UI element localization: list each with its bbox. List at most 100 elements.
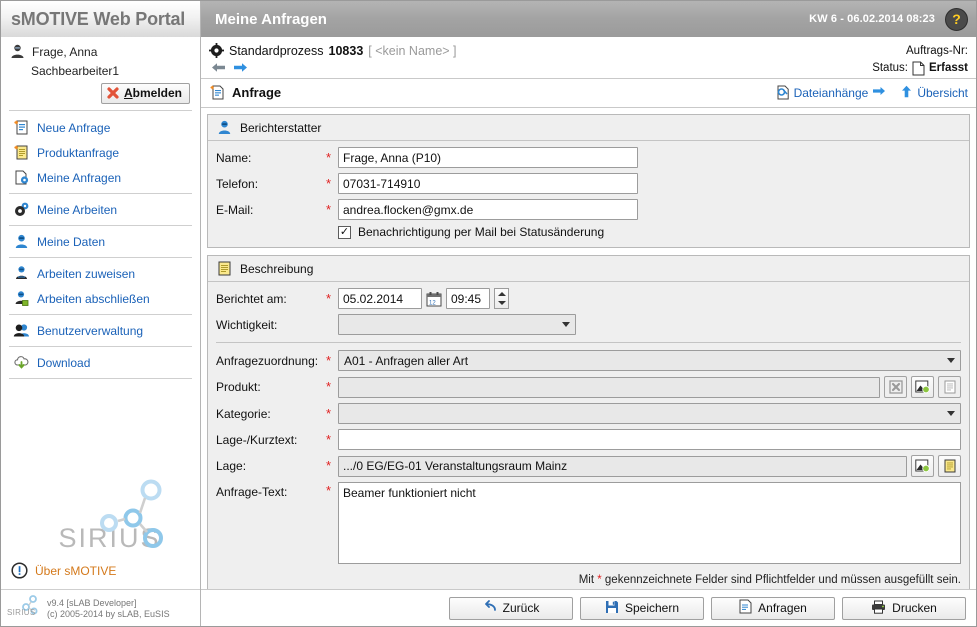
- top-bar-main: Meine Anfragen KW 6 - 06.02.2014 08:23 ?: [201, 1, 976, 37]
- calendar-icon[interactable]: 12: [426, 291, 442, 307]
- reported-label: Berichtet am:: [216, 291, 287, 306]
- reported-date-input[interactable]: [338, 288, 422, 309]
- reporter-icon: [216, 119, 233, 136]
- email-input[interactable]: [338, 199, 638, 220]
- complete-work-icon: [13, 290, 30, 307]
- sidebar-item-benutzerverwaltung[interactable]: Benutzerverwaltung: [1, 318, 200, 343]
- reported-time-input[interactable]: [446, 288, 490, 309]
- location-label: Lage:: [216, 459, 247, 473]
- save-button[interactable]: Speichern: [580, 596, 704, 620]
- location-row: Lage: *: [216, 455, 961, 477]
- mandatory-hint-pre: Mit: [578, 574, 598, 586]
- back-arrow-icon: [483, 600, 497, 616]
- request-text-area[interactable]: Beamer funktioniert nicht: [338, 482, 961, 564]
- help-button[interactable]: ?: [945, 7, 968, 31]
- version-info: v9.4 [sLAB Developer] (c) 2005-2014 by s…: [47, 598, 170, 620]
- description-divider: [216, 342, 961, 343]
- save-button-label: Speichern: [624, 601, 680, 615]
- email-row: E-Mail: *: [216, 199, 961, 220]
- assignment-label: Anfragezuordnung:: [216, 353, 319, 368]
- shorttext-control: [338, 429, 961, 450]
- status-label: Status:: [872, 62, 908, 74]
- request-document-icon: [209, 84, 226, 101]
- phone-input[interactable]: [338, 173, 638, 194]
- product-input[interactable]: [338, 376, 880, 398]
- svg-text:SIRIUS: SIRIUS: [7, 608, 35, 617]
- product-clear-button[interactable]: [884, 376, 907, 398]
- product-picker-button[interactable]: [911, 376, 934, 398]
- product-detail-button[interactable]: [938, 376, 961, 398]
- phone-row: Telefon: *: [216, 173, 961, 194]
- sidebar-item-meine-daten[interactable]: Meine Daten: [1, 229, 200, 254]
- section-header-links: Dateianhänge Übersicht: [776, 85, 968, 101]
- importance-select[interactable]: [338, 314, 576, 335]
- order-number-label: Auftrags-Nr:: [906, 45, 968, 57]
- reporter-panel-label: Berichterstatter: [240, 120, 322, 135]
- attachments-link[interactable]: Dateianhänge: [776, 85, 887, 100]
- user-role: Sachbearbeiter1: [31, 64, 120, 78]
- email-control: [338, 199, 961, 220]
- sidebar-item-arbeiten-abschliessen[interactable]: Arbeiten abschließen: [1, 286, 200, 311]
- sidebar-nav: Neue Anfrage Produktanfrage Meine Anfrag…: [1, 115, 200, 382]
- about-link[interactable]: Über sMOTIVE: [35, 564, 116, 578]
- description-panel: Beschreibung Berichtet am: * 05.02.2014 …: [207, 255, 970, 589]
- sidebar-item-arbeiten-zuweisen[interactable]: Arbeiten zuweisen: [1, 261, 200, 286]
- section-title: Anfrage: [209, 84, 281, 101]
- shorttext-input[interactable]: [338, 429, 961, 450]
- overview-link[interactable]: Übersicht: [900, 85, 968, 101]
- next-arrow-icon[interactable]: [233, 61, 248, 74]
- name-input[interactable]: [338, 147, 638, 168]
- request-text-required-marker: *: [326, 483, 332, 498]
- phone-required-marker: *: [326, 175, 332, 191]
- sidebar-item-neue-anfrage[interactable]: Neue Anfrage: [1, 115, 200, 140]
- request-text-control: Beamer funktioniert nicht: [338, 482, 961, 564]
- category-select[interactable]: [338, 403, 961, 424]
- overview-label: Übersicht: [917, 85, 968, 100]
- location-picker-button[interactable]: [911, 455, 934, 477]
- description-panel-title: Beschreibung: [208, 256, 969, 282]
- about-row[interactable]: Über sMOTIVE: [1, 554, 200, 589]
- logout-button[interactable]: Abmelden: [100, 83, 190, 104]
- sidebar-item-label: Download: [37, 355, 91, 370]
- sidebar: Frage, Anna Sachbearbeiter1 Abmelden Neu…: [1, 37, 201, 626]
- requests-button[interactable]: Anfragen: [711, 596, 835, 620]
- sidebar-divider-4: [9, 314, 192, 315]
- assignment-required-marker: *: [326, 352, 332, 368]
- status-document-icon: [912, 61, 925, 76]
- sidebar-item-meine-arbeiten[interactable]: Meine Arbeiten: [1, 197, 200, 222]
- notify-checkbox[interactable]: ✓: [338, 225, 351, 239]
- sidebar-item-meine-anfragen[interactable]: Meine Anfragen: [1, 165, 200, 190]
- location-detail-button[interactable]: [938, 455, 961, 477]
- location-control: [338, 455, 961, 477]
- top-bar-right-group: KW 6 - 06.02.2014 08:23 ?: [809, 7, 968, 31]
- spinner-up-icon[interactable]: [497, 291, 506, 296]
- info-icon: [11, 562, 28, 579]
- chevron-down-icon: [947, 411, 955, 416]
- up-arrow-icon: [900, 85, 913, 101]
- name-label: Name:: [216, 150, 252, 165]
- previous-arrow-icon[interactable]: [211, 61, 226, 74]
- time-spinner[interactable]: [494, 288, 509, 309]
- print-button[interactable]: Drucken: [842, 596, 966, 620]
- assignment-select[interactable]: A01 - Anfragen aller Art: [338, 350, 961, 371]
- notify-label: Benachrichtigung per Mail bei Statusände…: [358, 225, 605, 239]
- sirius-logo: SIRIUS: [1, 472, 194, 554]
- sidebar-item-produktanfrage[interactable]: Produktanfrage: [1, 140, 200, 165]
- version-line-2: (c) 2005-2014 by sLAB, EuSIS: [47, 608, 170, 619]
- sidebar-item-download[interactable]: Download: [1, 350, 200, 375]
- spinner-down-icon[interactable]: [497, 301, 506, 306]
- sidebar-divider-2: [9, 225, 192, 226]
- process-header-right: Auftrags-Nr: Status: Erfasst: [872, 43, 968, 78]
- location-input[interactable]: [338, 455, 907, 477]
- product-label: Produkt:: [216, 380, 261, 394]
- back-button[interactable]: Zurück: [449, 596, 573, 620]
- reported-row: Berichtet am: * 05.02.2014 12 09:45: [216, 288, 961, 309]
- sidebar-item-label: Arbeiten abschließen: [37, 291, 150, 306]
- description-panel-label: Beschreibung: [240, 261, 314, 276]
- logout-label: bmelden: [132, 86, 182, 100]
- user-block: Frage, Anna Sachbearbeiter1 Abmelden: [1, 37, 200, 104]
- logout-accesskey: A: [123, 86, 133, 100]
- reporter-panel-body: Name: * Telefon: *: [208, 141, 969, 247]
- category-required-marker: *: [326, 405, 332, 421]
- description-panel-body: Berichtet am: * 05.02.2014 12 09:45 Wich…: [208, 282, 969, 589]
